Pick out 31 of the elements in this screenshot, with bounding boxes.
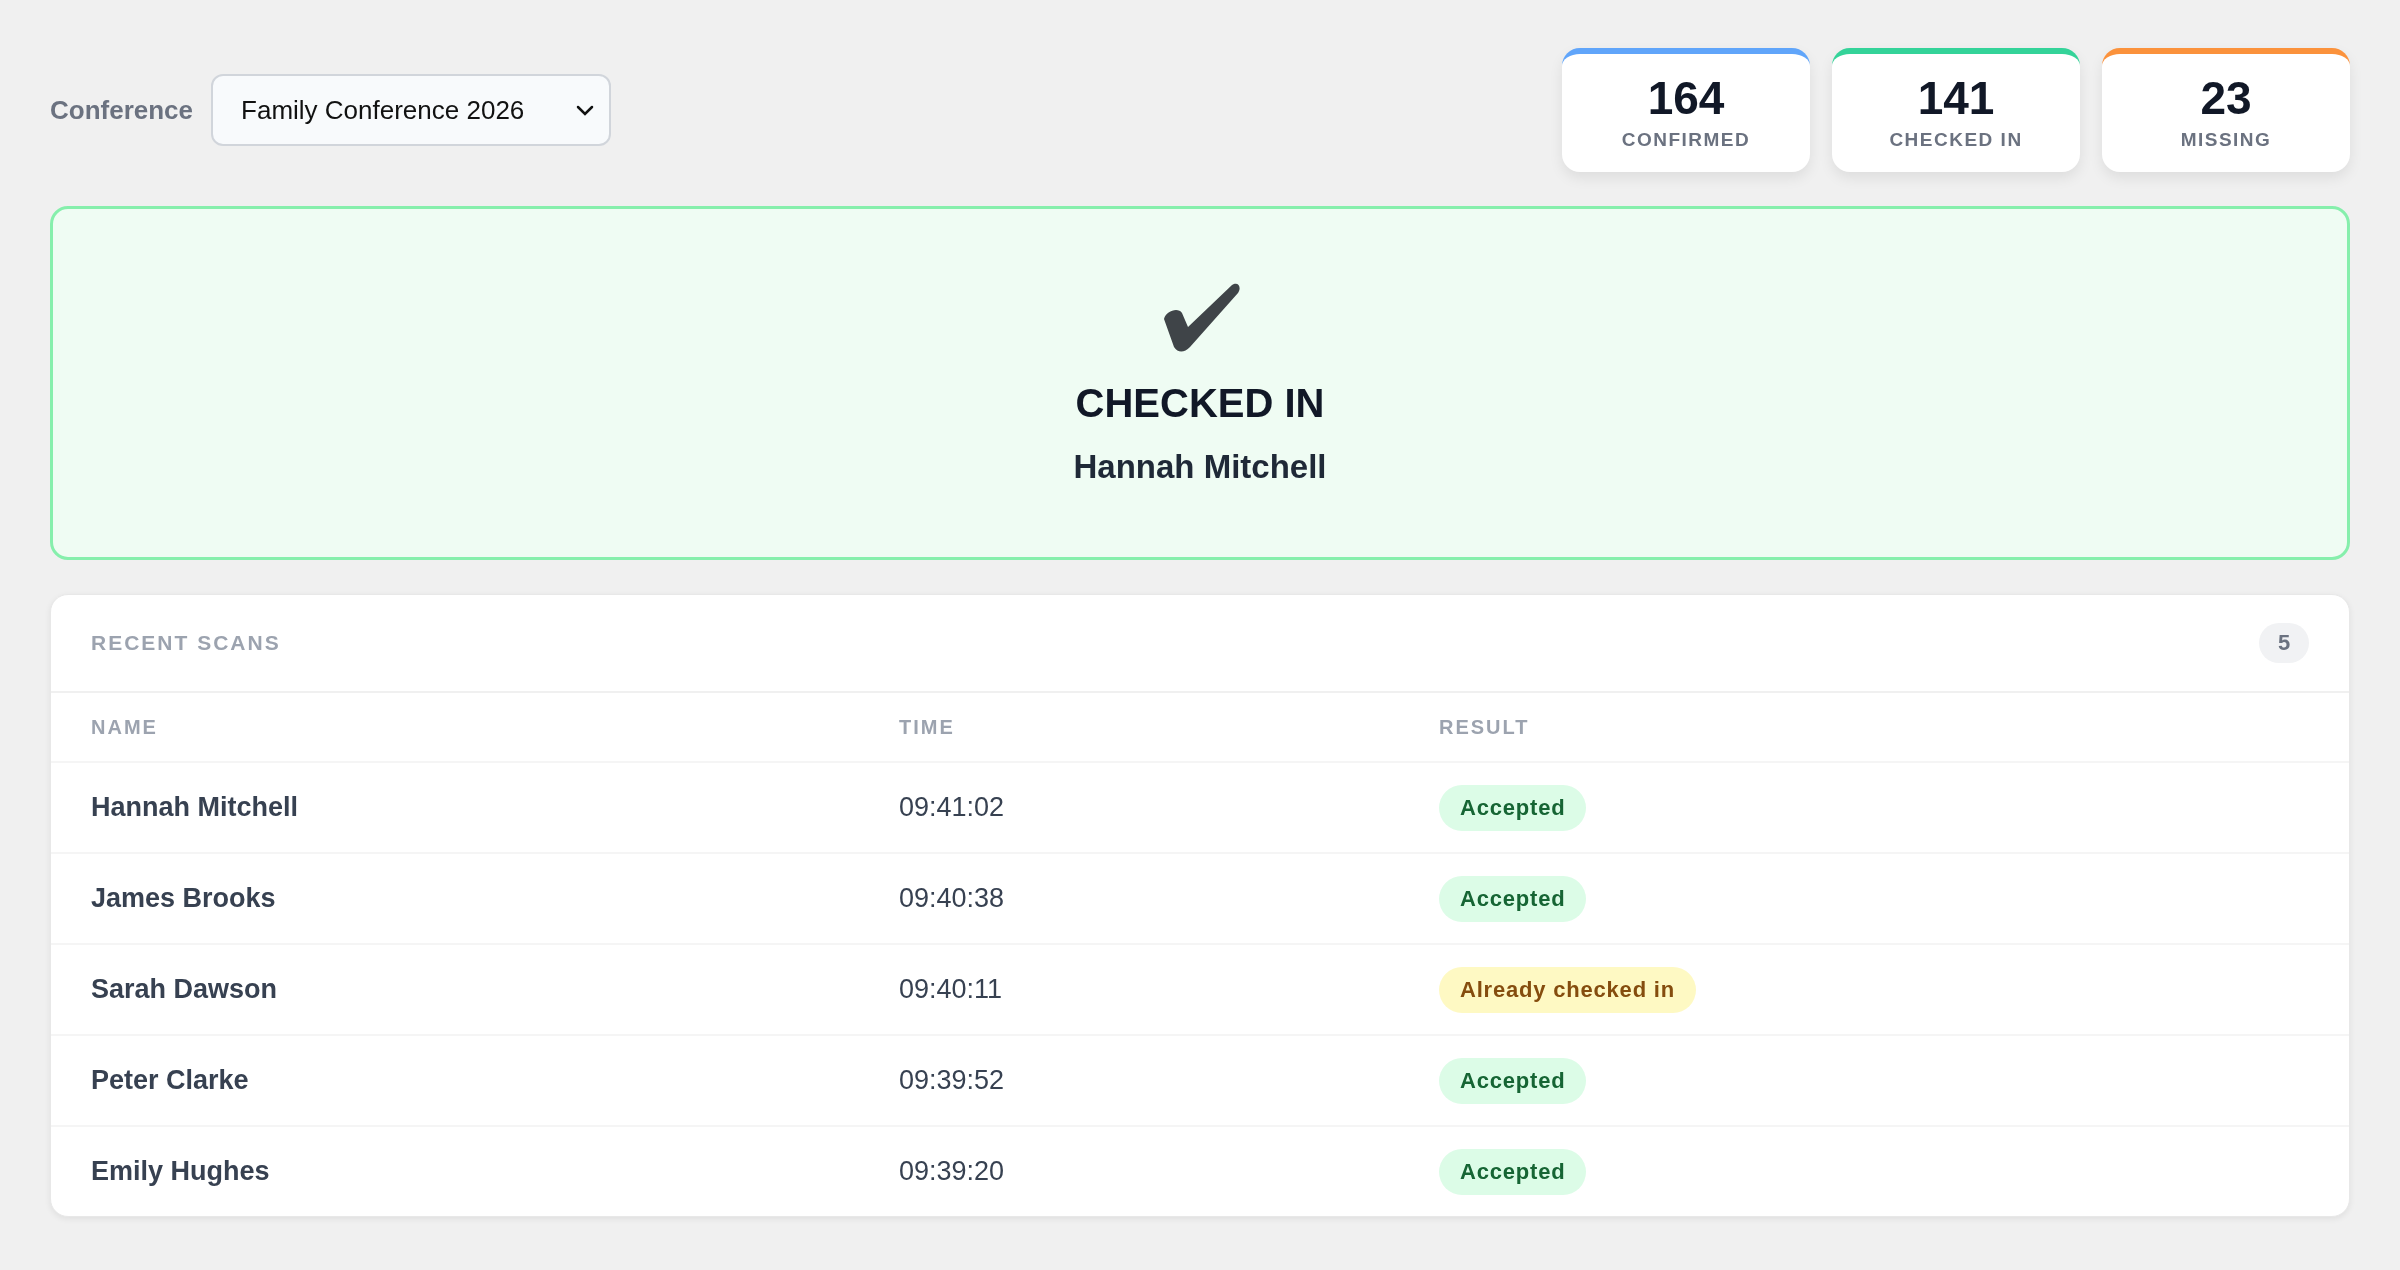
column-header: TIME bbox=[899, 715, 956, 739]
stat-value: 164 bbox=[1647, 75, 1725, 121]
column-header: RESULT bbox=[1439, 715, 1531, 739]
stat-value: 23 bbox=[2200, 75, 2252, 121]
stat-value: 141 bbox=[1917, 75, 1995, 121]
stat-label: CHECKED IN bbox=[1889, 129, 2023, 151]
result-badge: Accepted bbox=[1439, 875, 1587, 922]
conference-select[interactable]: Family Conference 2026 bbox=[211, 74, 612, 146]
recent-scans-title: RECENT SCANS bbox=[91, 631, 281, 655]
conference-label: Conference bbox=[50, 94, 194, 126]
result-badge: Accepted bbox=[1439, 784, 1587, 831]
attendee-name: Peter Clarke bbox=[91, 1065, 250, 1096]
column-header: NAME bbox=[91, 715, 159, 739]
scan-time: 09:40:38 bbox=[899, 883, 1006, 914]
result-badge: Already checked in bbox=[1439, 966, 1696, 1013]
attendee-name: Emily Hughes bbox=[91, 1156, 271, 1187]
scan-time: 09:39:52 bbox=[899, 1065, 1006, 1096]
scan-time: 09:41:02 bbox=[899, 792, 1006, 823]
attendee-name: Hannah Mitchell bbox=[91, 792, 300, 823]
result-title: CHECKED IN bbox=[1075, 380, 1325, 426]
attendee-name: Sarah Dawson bbox=[91, 974, 279, 1005]
attendee-name: James Brooks bbox=[91, 883, 277, 914]
result-badge: Accepted bbox=[1439, 1148, 1587, 1195]
chevron-down-icon bbox=[575, 103, 596, 117]
result-badge: Accepted bbox=[1439, 1057, 1587, 1104]
scan-time: 09:39:20 bbox=[899, 1156, 1006, 1187]
stat-label: MISSING bbox=[2180, 129, 2272, 151]
scan-time: 09:40:11 bbox=[899, 974, 1004, 1005]
scan-count-badge: 5 bbox=[2259, 623, 2309, 663]
stat-label: CONFIRMED bbox=[1621, 129, 1751, 151]
result-name: Hannah Mitchell bbox=[1073, 447, 1327, 486]
